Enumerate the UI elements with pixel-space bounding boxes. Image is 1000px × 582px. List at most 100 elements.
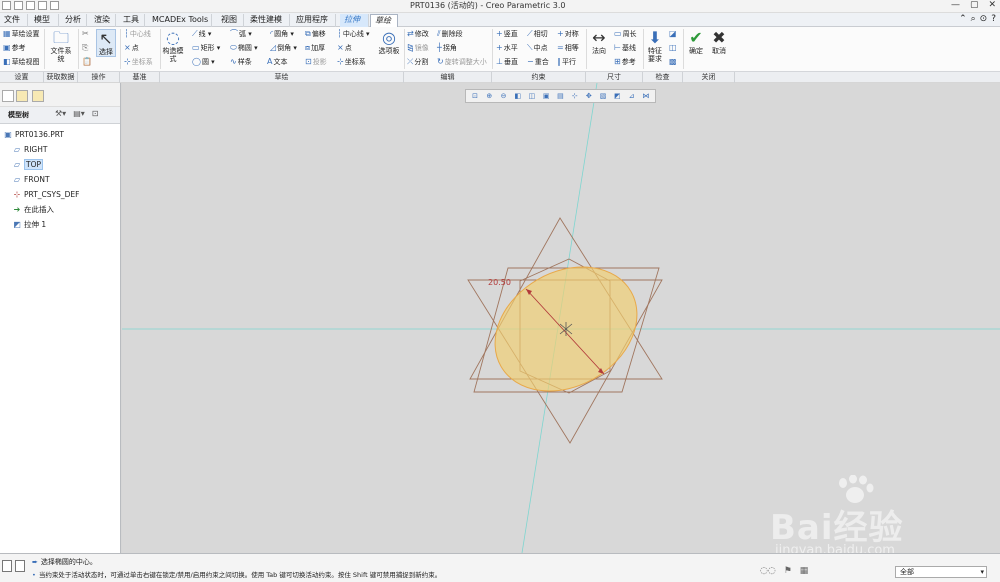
cancel-button[interactable]: ✖ 取消 <box>709 29 729 56</box>
overlap-geometry-icon[interactable]: ◪ <box>669 29 678 39</box>
tangent-constraint-button[interactable]: ⟋相切 <box>527 29 548 39</box>
minimize-icon[interactable]: — <box>951 0 960 10</box>
show-icon[interactable]: ▤▾ <box>73 109 85 118</box>
undo-icon[interactable] <box>38 1 47 10</box>
group-dimension[interactable]: 尺寸 <box>586 72 643 83</box>
filter-icon[interactable]: ⊡ <box>92 109 99 118</box>
tab-view[interactable]: 视图 <box>217 14 244 27</box>
display-style-icon[interactable]: ▣ <box>542 92 551 101</box>
normal-dimension-button[interactable]: ↔ 法向 <box>589 29 609 56</box>
tab-mcadex-tools[interactable]: MCADEx Tools <box>148 14 212 27</box>
coincident-constraint-button[interactable]: −重合 <box>527 57 549 67</box>
constraint-display-icon[interactable]: ⋈ <box>641 92 650 101</box>
saved-orientations-icon[interactable]: ◫ <box>527 92 536 101</box>
favorites-tab-icon[interactable] <box>32 90 44 102</box>
text-button[interactable]: A文本 <box>267 57 287 67</box>
chamfer-button[interactable]: ◿倒角 ▾ <box>270 43 297 53</box>
save-icon[interactable] <box>26 1 35 10</box>
baseline-button[interactable]: ⊢基线 <box>614 43 636 53</box>
close-icon[interactable]: ✕ <box>988 0 996 10</box>
settings-icon[interactable]: ⚒▾ <box>55 109 66 118</box>
sketcher-display-icon[interactable]: ⊿ <box>627 92 636 101</box>
open-icon[interactable] <box>14 1 23 10</box>
cut-icon[interactable]: ✂ <box>82 29 90 39</box>
navigator-toggle-icon[interactable] <box>2 560 12 572</box>
vertical-constraint-button[interactable]: +竖直 <box>496 29 518 39</box>
delete-segment-button[interactable]: ⫽删除段 <box>437 29 463 39</box>
expand-icon[interactable]: ⌃ <box>959 14 967 24</box>
ok-button[interactable]: ✔ 确定 <box>686 29 706 56</box>
palette-button[interactable]: ◎ 选项板 <box>377 29 401 56</box>
tree-item-csys[interactable]: ⊹ PRT_CSYS_DEF <box>12 188 132 202</box>
maximize-icon[interactable]: ▢ <box>970 0 979 10</box>
group-constrain[interactable]: 约束 <box>492 72 586 83</box>
perpendicular-constraint-button[interactable]: ⊥垂直 <box>496 57 518 67</box>
regen-status-icon[interactable]: ◌◌ <box>760 566 776 576</box>
tree-item-top[interactable]: ▱ TOP <box>12 158 132 172</box>
sketch-view-icon[interactable]: ◩ <box>613 92 622 101</box>
selection-icon[interactable]: ▦ <box>800 566 809 576</box>
redo-icon[interactable] <box>50 1 59 10</box>
tab-render[interactable]: 渲染 <box>90 14 116 27</box>
project-button[interactable]: ⊡投影 <box>305 57 327 67</box>
line-button[interactable]: ⟋线 ▾ <box>192 29 211 39</box>
selection-filter-select[interactable]: 全部 <box>895 566 987 578</box>
construction-mode-button[interactable]: ◌ 构造模式 <box>162 29 184 64</box>
search-icon[interactable]: ⌕ <box>971 14 976 24</box>
point-button[interactable]: ×点 <box>337 43 352 53</box>
tree-item-front[interactable]: ▱ FRONT <box>12 173 132 187</box>
spline-button[interactable]: ∿样条 <box>230 57 252 67</box>
symmetric-constraint-button[interactable]: +对称 <box>557 29 579 39</box>
help-icon[interactable]: ? <box>991 14 996 24</box>
browser-toggle-icon[interactable] <box>15 560 25 572</box>
midpoint-constraint-button[interactable]: ⟍中点 <box>527 43 548 53</box>
folder-browser-tab-icon[interactable] <box>16 90 28 102</box>
shade-closed-loops-icon[interactable]: ▩ <box>669 57 678 67</box>
group-settings[interactable]: 设置 <box>0 72 44 83</box>
corner-button[interactable]: ┼拐角 <box>437 43 457 53</box>
circle-button[interactable]: ◯圆 ▾ <box>192 57 215 67</box>
tree-item-part[interactable]: ▣ PRT0136.PRT <box>3 128 123 142</box>
datum-point-button[interactable]: ×点 <box>124 43 139 53</box>
tab-file[interactable]: 文件 <box>0 14 28 27</box>
paste-icon[interactable]: 📋 <box>82 57 93 67</box>
tab-flexible-modeling[interactable]: 柔性建模 <box>246 14 290 27</box>
fillet-button[interactable]: ◜圆角 ▾ <box>270 29 294 39</box>
zoom-out-icon[interactable]: ⊖ <box>499 92 508 101</box>
new-icon[interactable] <box>2 1 11 10</box>
group-operations[interactable]: 操作 <box>78 72 120 83</box>
rotate-resize-button[interactable]: ↻旋转调整大小 <box>437 57 487 67</box>
model-tree-tab-icon[interactable] <box>2 90 14 102</box>
options-icon[interactable]: ⊙ <box>980 14 988 24</box>
datum-coord-sys-button[interactable]: ⊹坐标系 <box>124 57 153 67</box>
tab-model[interactable]: 模型 <box>30 14 59 27</box>
equal-constraint-button[interactable]: =相等 <box>557 43 579 53</box>
divide-button[interactable]: ⤫分割 <box>407 57 428 67</box>
view-manager-icon[interactable]: ▤ <box>556 92 565 101</box>
file-system-button[interactable]: 🗀 文件系统 <box>48 29 74 64</box>
select-button[interactable]: ↖ 选择 <box>96 29 116 57</box>
parallel-constraint-button[interactable]: ∥平行 <box>557 57 576 67</box>
horizontal-constraint-button[interactable]: +水平 <box>496 43 518 53</box>
modify-button[interactable]: ⇄修改 <box>407 29 429 39</box>
offset-button[interactable]: ⧉偏移 <box>305 29 326 39</box>
thicken-button[interactable]: ⧈加厚 <box>305 43 325 53</box>
tree-item-right[interactable]: ▱ RIGHT <box>12 143 132 157</box>
tab-applications[interactable]: 应用程序 <box>292 14 336 27</box>
tree-item-extrude[interactable]: ◩ 拉伸 1 <box>12 218 132 232</box>
copy-icon[interactable]: ⎘ <box>82 43 89 53</box>
rectangle-button[interactable]: ▭矩形 ▾ <box>192 43 220 53</box>
tab-tools[interactable]: 工具 <box>119 14 145 27</box>
tab-extrude[interactable]: 拉伸 <box>340 14 369 27</box>
group-get-data[interactable]: 获取数据 <box>44 72 78 83</box>
dimension-label[interactable]: 20.50 <box>488 278 511 287</box>
sketch-coord-sys-button[interactable]: ⊹坐标系 <box>337 57 366 67</box>
ellipse-button[interactable]: ⬭椭圆 ▾ <box>230 43 258 53</box>
spin-center-icon[interactable]: ✥ <box>584 92 593 101</box>
flag-icon[interactable]: ⚑ <box>784 566 792 576</box>
sketch-view-button[interactable]: ◧草绘视图 <box>3 57 40 67</box>
feature-requirements-button[interactable]: ⬇ 特征要求 <box>645 29 665 64</box>
zoom-in-icon[interactable]: ⊕ <box>485 92 494 101</box>
reference-button[interactable]: ▣参考 <box>3 43 26 53</box>
perimeter-button[interactable]: ▭周长 <box>614 29 637 39</box>
